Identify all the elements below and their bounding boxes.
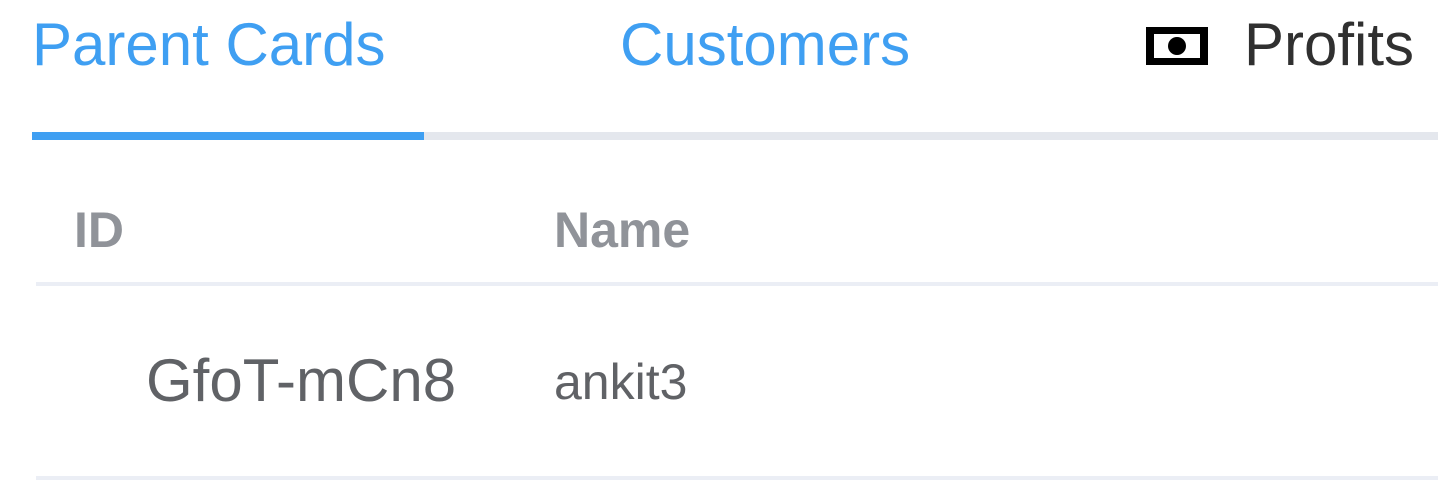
cell-id: GfoT-mCn8 (146, 347, 457, 414)
column-header-id[interactable]: ID (74, 200, 124, 260)
data-table: ID Name GfoT-mCn8 ankit3 (36, 170, 1438, 480)
tab-label: Profits (1244, 11, 1415, 78)
active-tab-indicator (32, 132, 424, 140)
tab-parent-cards[interactable]: Parent Cards (32, 10, 386, 80)
page: Parent Cards Customers Profits ID Name G… (0, 0, 1438, 490)
tab-label: Customers (620, 11, 911, 78)
tab-bar: Parent Cards Customers Profits (0, 0, 1438, 142)
column-header-name[interactable]: Name (554, 200, 690, 260)
tab-customers[interactable]: Customers (620, 10, 910, 80)
table-row[interactable]: GfoT-mCn8 ankit3 (36, 286, 1438, 480)
table-header: ID Name (36, 170, 1438, 286)
tab-profits[interactable]: Profits (1146, 10, 1414, 80)
money-icon (1146, 27, 1208, 66)
cell-name: ankit3 (554, 354, 688, 410)
tab-label: Parent Cards (32, 11, 386, 78)
